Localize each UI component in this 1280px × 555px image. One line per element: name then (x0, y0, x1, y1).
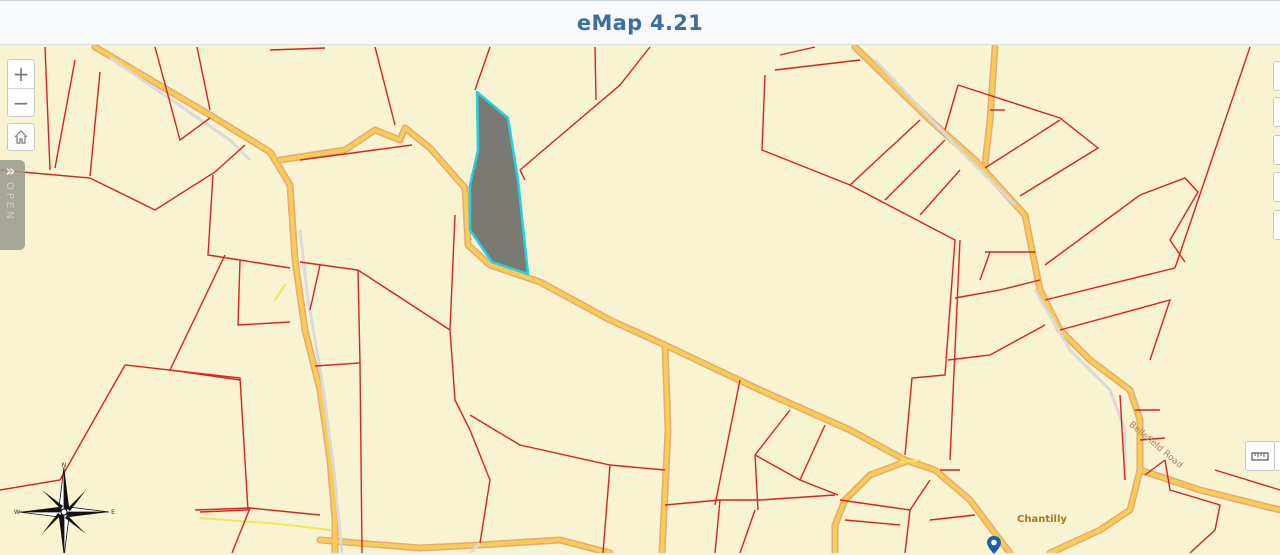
measure-icon (1251, 452, 1269, 461)
compass-w: W (14, 509, 20, 516)
zoom-in-button[interactable]: + (8, 60, 34, 88)
land-background (0, 45, 1280, 553)
map-layer[interactable] (0, 45, 1280, 553)
zoom-control: + − (7, 59, 35, 117)
right-tool-button-5[interactable] (1273, 210, 1280, 240)
right-tool-button-3[interactable] (1273, 135, 1280, 165)
right-tool-button-1[interactable] (1273, 61, 1280, 91)
measure-button[interactable] (1245, 441, 1275, 471)
compass-n: N (62, 462, 67, 469)
home-button[interactable] (7, 123, 35, 151)
open-panel-tab[interactable]: » OPEN (0, 160, 25, 250)
right-tool-button-2[interactable] (1273, 97, 1280, 127)
compass-e: E (111, 509, 115, 516)
chevron-right-icon: » (5, 162, 16, 180)
open-panel-label: OPEN (4, 182, 15, 222)
location-pin-icon[interactable] (985, 535, 1003, 555)
map-canvas[interactable] (0, 45, 1280, 553)
app-header: eMap 4.21 (0, 0, 1280, 45)
zoom-out-button[interactable]: − (8, 88, 34, 117)
app-title: eMap 4.21 (576, 10, 704, 35)
compass-rose-icon: N S E W (14, 462, 115, 553)
home-icon (14, 130, 28, 144)
place-label-chantilly: Chantilly (1017, 514, 1067, 525)
right-tool-button-4[interactable] (1273, 172, 1280, 202)
